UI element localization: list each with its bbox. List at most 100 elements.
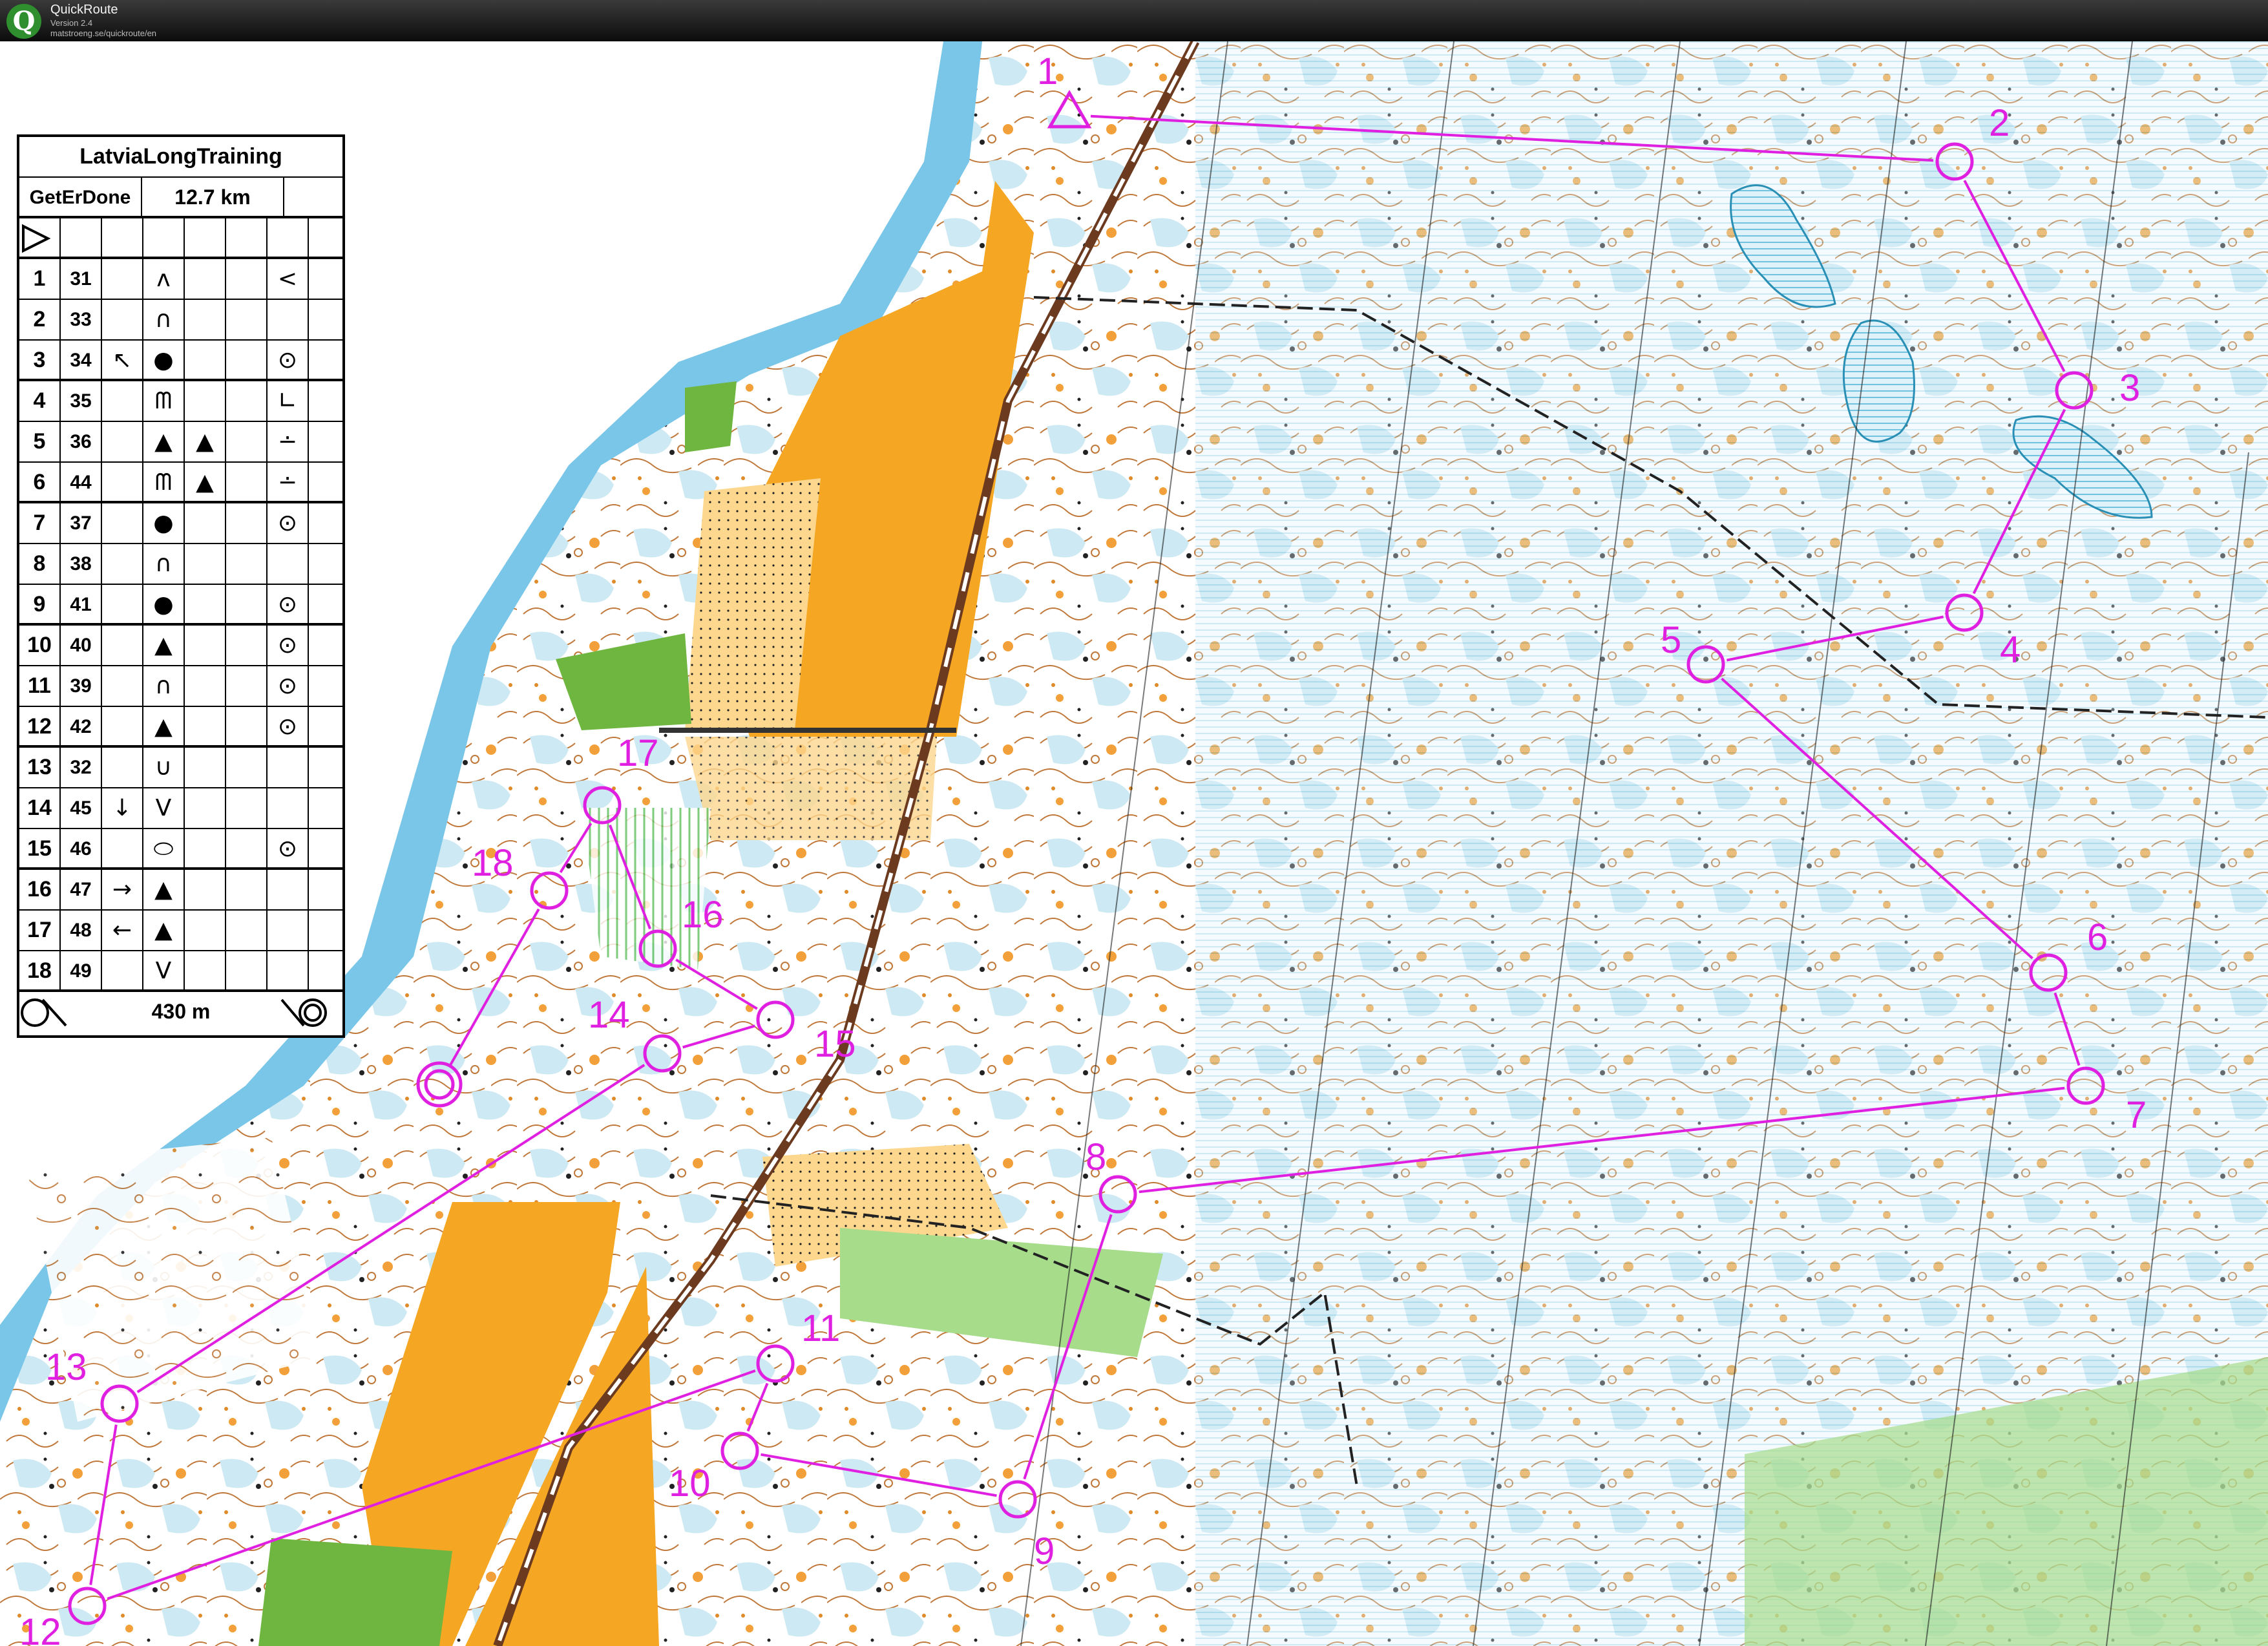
appearance-symbol [185, 341, 226, 379]
other-info-cell [309, 748, 342, 787]
location-symbol: ∸ [268, 422, 309, 461]
dimensions-cell [226, 259, 268, 299]
appearance-symbol [185, 300, 226, 339]
location-symbol: ⊙ [268, 341, 309, 379]
desc-control-row: 3 34 ↖ ● ⊙ [19, 341, 342, 381]
which-feature-symbol: → [102, 870, 143, 909]
other-info-cell [309, 341, 342, 379]
which-feature-symbol [102, 626, 143, 665]
title-bar: Q QuickRoute Version 2.4 matstroeng.se/q… [0, 0, 2268, 41]
location-symbol [268, 911, 309, 950]
desc-finish-row: 430 m [19, 992, 342, 1033]
which-feature-symbol [102, 544, 143, 584]
control-number: 10 [19, 626, 61, 665]
which-feature-symbol [102, 585, 143, 623]
control-description-sheet: LatviaLongTraining GetErDone 12.7 km 1 31… [17, 134, 345, 1038]
feature-symbol: ᗰ [143, 463, 185, 501]
location-symbol: ⊙ [268, 829, 309, 867]
course-climb [284, 178, 342, 216]
orienteering-map[interactable]: 1 2 3 4 5 6 7 8 9 10 11 12 13 14 15 16 17 18 LatviaLongTr… [0, 41, 2268, 1646]
dimensions-cell [226, 951, 268, 989]
feature-symbol: V [143, 951, 185, 989]
dimensions-cell [226, 748, 268, 787]
control-code: 37 [61, 503, 102, 543]
control-code: 34 [61, 341, 102, 379]
location-symbol: ⊙ [268, 585, 309, 623]
control-number: 15 [19, 829, 61, 867]
appearance-symbol [185, 870, 226, 909]
which-feature-symbol [102, 503, 143, 543]
location-symbol: ⊙ [268, 503, 309, 543]
control-number: 14 [19, 788, 61, 828]
desc-control-row: 5 36 ▲ ▲ ∸ [19, 422, 342, 463]
feature-symbol: ● [143, 585, 185, 623]
start-triangle-icon [19, 218, 61, 257]
which-feature-symbol [102, 666, 143, 706]
dimensions-cell [226, 422, 268, 461]
location-symbol [268, 544, 309, 584]
feature-symbol: ▲ [143, 422, 185, 461]
dimensions-cell [226, 381, 268, 421]
appearance-symbol [185, 666, 226, 706]
feature-symbol: V [143, 788, 185, 828]
which-feature-symbol [102, 829, 143, 867]
which-feature-symbol [102, 463, 143, 501]
which-feature-symbol [102, 381, 143, 421]
feature-symbol: ⬭ [143, 829, 185, 867]
dimensions-cell [226, 911, 268, 950]
desc-control-row: 17 48 ← ▲ [19, 911, 342, 951]
control-number-label: 18 [472, 842, 514, 884]
other-info-cell [309, 951, 342, 989]
control-number-label: 9 [1034, 1530, 1055, 1572]
control-code: 40 [61, 626, 102, 665]
finish-start-icon [19, 992, 84, 1033]
dimensions-cell [226, 626, 268, 665]
control-code: 36 [61, 422, 102, 461]
which-feature-symbol [102, 259, 143, 299]
control-number-label: 4 [2000, 629, 2021, 671]
desc-control-row: 6 44 ᗰ ▲ ∸ [19, 463, 342, 503]
desc-control-row: 7 37 ● ⊙ [19, 503, 342, 544]
control-number: 4 [19, 381, 61, 421]
other-info-cell [309, 707, 342, 745]
desc-control-row: 16 47 → ▲ [19, 870, 342, 911]
location-symbol: ⊙ [268, 626, 309, 665]
control-number-label: 13 [45, 1346, 87, 1388]
feature-symbol: ∩ [143, 666, 185, 706]
location-symbol [268, 300, 309, 339]
location-symbol: < [268, 259, 309, 299]
which-feature-symbol [102, 707, 143, 745]
which-feature-symbol [102, 422, 143, 461]
control-number-label: 16 [682, 894, 724, 936]
location-symbol [268, 748, 309, 787]
desc-control-row: 9 41 ● ⊙ [19, 585, 342, 626]
other-info-cell [309, 585, 342, 623]
appearance-symbol [185, 544, 226, 584]
control-number-label: 14 [588, 994, 630, 1036]
feature-symbol: ∩ [143, 300, 185, 339]
desc-control-row: 12 42 ▲ ⊙ [19, 707, 342, 748]
which-feature-symbol: ↓ [102, 788, 143, 828]
control-number-label: 1 [1037, 50, 1058, 92]
appearance-symbol [185, 951, 226, 989]
finish-circle-icon [278, 992, 342, 1033]
desc-control-row: 4 35 ᗰ ∟ [19, 381, 342, 422]
appearance-symbol: ▲ [185, 422, 226, 461]
location-symbol: ⊙ [268, 707, 309, 745]
course-length: 12.7 km [142, 178, 284, 216]
appearance-symbol [185, 503, 226, 543]
control-code: 33 [61, 300, 102, 339]
other-info-cell [309, 422, 342, 461]
desc-control-row: 13 32 ∪ [19, 748, 342, 788]
location-symbol [268, 951, 309, 989]
green-undergrowth [582, 808, 711, 969]
location-symbol: ∸ [268, 463, 309, 501]
control-number: 2 [19, 300, 61, 339]
desc-header-row: LatviaLongTraining [19, 137, 342, 178]
control-code: 31 [61, 259, 102, 299]
other-info-cell [309, 544, 342, 584]
appearance-symbol [185, 259, 226, 299]
appearance-symbol [185, 381, 226, 421]
desc-start-row [19, 218, 342, 259]
control-number-label: 12 [19, 1611, 61, 1646]
